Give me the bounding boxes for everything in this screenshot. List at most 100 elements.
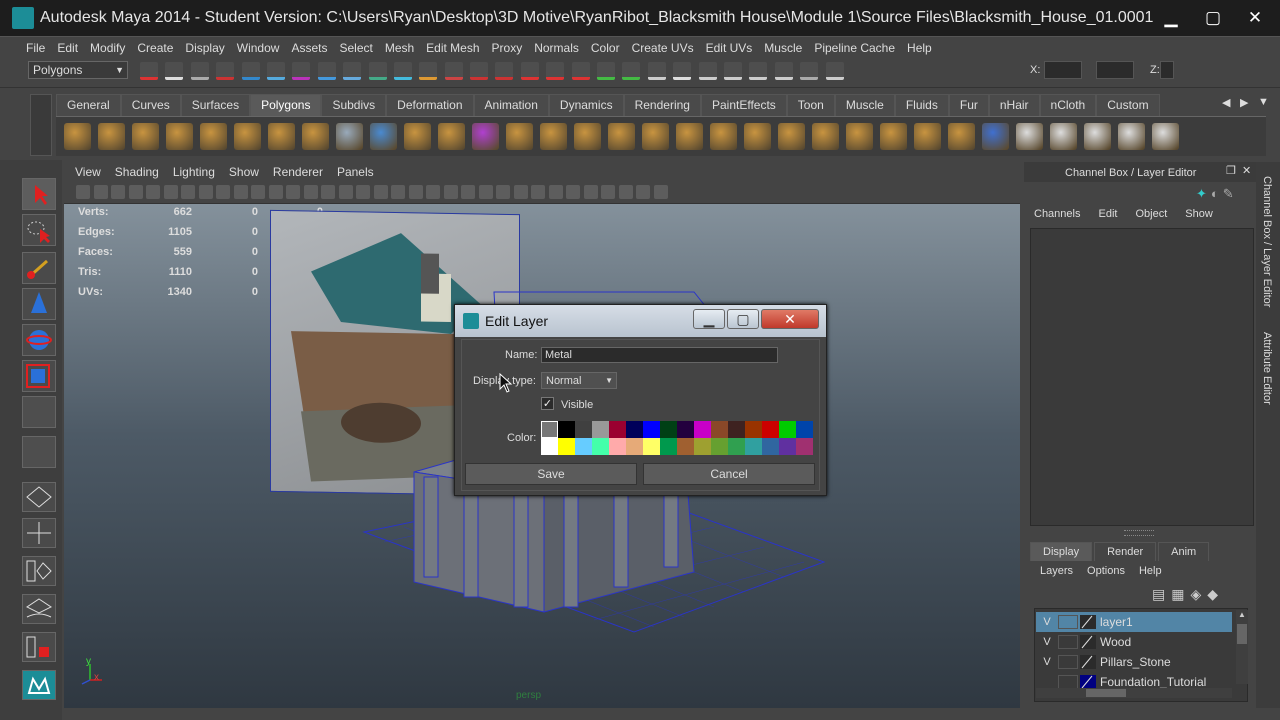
layer-list-scrollbar[interactable]: ▲ xyxy=(1236,610,1248,684)
menu-normals[interactable]: Normals xyxy=(528,41,585,55)
viewport-tool-icon[interactable] xyxy=(233,185,248,199)
color-swatch[interactable] xyxy=(541,421,558,438)
shelf-tab-painteffects[interactable]: PaintEffects xyxy=(700,94,787,116)
shelf-tab-fur[interactable]: Fur xyxy=(948,94,989,116)
close-panel-icon[interactable]: ✕ xyxy=(1242,164,1251,177)
shelf-tool-icon[interactable] xyxy=(370,123,397,150)
layer-list-hscrollbar[interactable] xyxy=(1036,688,1232,698)
status-tool-icon[interactable] xyxy=(723,62,742,80)
viewport-tool-icon[interactable] xyxy=(373,185,388,199)
color-swatch[interactable] xyxy=(609,421,626,438)
viewport-tool-icon[interactable] xyxy=(583,185,598,199)
menu-muscle[interactable]: Muscle xyxy=(758,41,808,55)
shelf-tool-icon[interactable] xyxy=(1118,123,1145,150)
color-swatch[interactable] xyxy=(796,421,813,438)
shelf-tool-icon[interactable] xyxy=(404,123,431,150)
menu-modify[interactable]: Modify xyxy=(84,41,131,55)
status-tool-icon[interactable] xyxy=(165,62,184,80)
color-swatch[interactable] xyxy=(694,438,711,455)
shelf-tool-icon[interactable] xyxy=(268,123,295,150)
layer-tab-display[interactable]: Display xyxy=(1030,542,1093,561)
color-swatch[interactable] xyxy=(643,421,660,438)
color-swatch[interactable] xyxy=(745,421,762,438)
color-swatch[interactable] xyxy=(745,438,762,455)
viewport-tool-icon[interactable] xyxy=(163,185,178,199)
viewport-tool-icon[interactable] xyxy=(601,185,615,199)
shelf-tool-icon[interactable] xyxy=(914,123,941,150)
shelf-tab-rendering[interactable]: Rendering xyxy=(623,94,701,116)
menu-create[interactable]: Create xyxy=(131,41,179,55)
shelf-tool-icon[interactable] xyxy=(540,123,567,150)
viewport-tool-icon[interactable] xyxy=(128,185,143,199)
shelf-tool-icon[interactable] xyxy=(1152,123,1179,150)
layer-playback-toggle[interactable] xyxy=(1058,675,1078,689)
menu-create-uvs[interactable]: Create UVs xyxy=(626,41,700,55)
shelf-tool-icon[interactable] xyxy=(880,123,907,150)
viewport-tool-icon[interactable] xyxy=(408,185,423,199)
color-swatch[interactable] xyxy=(762,438,779,455)
new-empty-layer-icon[interactable]: ▦ xyxy=(1171,586,1184,603)
shelf-tool-icon[interactable] xyxy=(506,123,533,150)
x-field[interactable] xyxy=(1044,61,1082,79)
single-view-layout-icon[interactable] xyxy=(22,482,56,512)
status-tool-icon[interactable] xyxy=(825,62,844,80)
color-swatch[interactable] xyxy=(660,438,677,455)
shelf-tool-icon[interactable] xyxy=(608,123,635,150)
shelf-tab-subdivs[interactable]: Subdivs xyxy=(321,94,387,116)
status-tool-icon[interactable] xyxy=(216,62,235,80)
shelf-tool-icon[interactable] xyxy=(642,123,669,150)
viewport-tool-icon[interactable] xyxy=(181,185,195,199)
viewport-tool-icon[interactable] xyxy=(461,185,475,199)
viewport-tool-icon[interactable] xyxy=(391,185,405,199)
hscroll-thumb[interactable] xyxy=(1086,689,1126,697)
four-view-layout-icon[interactable] xyxy=(22,518,56,548)
color-swatch[interactable] xyxy=(711,438,728,455)
shelf-tool-icon[interactable] xyxy=(812,123,839,150)
scroll-up-icon[interactable]: ▲ xyxy=(1236,610,1248,622)
hypershade-layout-icon[interactable] xyxy=(22,632,56,662)
layer-row[interactable]: Vlayer1 xyxy=(1036,612,1232,632)
shelf-tab-fluids[interactable]: Fluids xyxy=(894,94,949,116)
color-swatch[interactable] xyxy=(626,421,643,438)
status-tool-icon[interactable] xyxy=(647,62,666,80)
menu-proxy[interactable]: Proxy xyxy=(486,41,529,55)
menu-color[interactable]: Color xyxy=(585,41,626,55)
shelf-tool-icon[interactable] xyxy=(200,123,227,150)
menu-display[interactable]: Display xyxy=(179,41,230,55)
status-tool-icon[interactable] xyxy=(444,62,463,80)
viewport-menu-panels[interactable]: Panels xyxy=(330,165,381,179)
shelf-tool-icon[interactable] xyxy=(778,123,805,150)
menu-edit-uvs[interactable]: Edit UVs xyxy=(700,41,759,55)
menu-assets[interactable]: Assets xyxy=(285,41,333,55)
shelf-tool-icon[interactable] xyxy=(472,123,499,150)
menu-select[interactable]: Select xyxy=(333,41,378,55)
snap-icon[interactable]: ✦ xyxy=(1196,186,1207,204)
menu-edit-mesh[interactable]: Edit Mesh xyxy=(420,41,485,55)
status-tool-icon[interactable] xyxy=(571,62,590,80)
color-swatch[interactable] xyxy=(575,438,592,455)
dialog-maximize-button[interactable]: ▢ xyxy=(727,309,759,329)
color-swatch[interactable] xyxy=(711,421,728,438)
viewport-tool-icon[interactable] xyxy=(653,185,668,199)
shelf-tool-icon[interactable] xyxy=(710,123,737,150)
layer-visibility-toggle[interactable]: V xyxy=(1036,656,1058,668)
shelf-tool-icon[interactable] xyxy=(64,123,91,150)
shelf-tool-icon[interactable] xyxy=(982,123,1009,150)
empty-tool-slot[interactable] xyxy=(22,436,56,468)
maximize-button[interactable]: ▢ xyxy=(1196,3,1230,33)
shelf-tab-custom[interactable]: Custom xyxy=(1096,94,1160,116)
viewport-tool-icon[interactable] xyxy=(443,185,458,199)
shelf-options-handle[interactable] xyxy=(30,94,52,156)
viewport-tool-icon[interactable] xyxy=(146,185,160,199)
save-button[interactable]: Save xyxy=(465,463,637,485)
layer-playback-toggle[interactable] xyxy=(1058,655,1078,669)
viewport-tool-icon[interactable] xyxy=(513,185,528,199)
layer-tab-render[interactable]: Render xyxy=(1094,542,1157,561)
layer-tab-anim[interactable]: Anim xyxy=(1158,542,1210,561)
status-tool-icon[interactable] xyxy=(368,62,387,80)
status-tool-icon[interactable] xyxy=(393,62,412,80)
color-swatch[interactable] xyxy=(779,438,796,455)
shelf-tool-icon[interactable] xyxy=(574,123,601,150)
color-swatch[interactable] xyxy=(575,421,592,438)
viewport-tool-icon[interactable] xyxy=(496,185,510,199)
